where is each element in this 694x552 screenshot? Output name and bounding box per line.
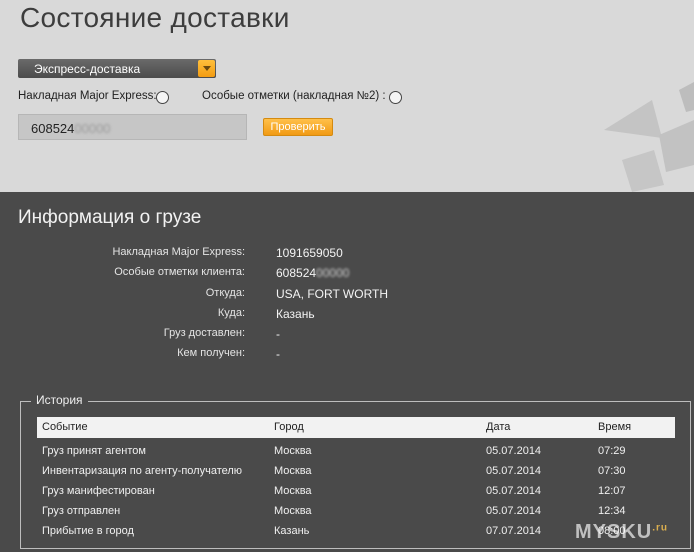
info-value: 60852400000 [276,266,349,280]
info-value: - [276,347,280,361]
chevron-down-icon[interactable] [198,60,215,77]
history-legend: История [31,393,88,407]
watermark-logo: MYSKU.ru [575,521,668,544]
cell-event: Инвентаризация по агенту-получателю [42,465,243,477]
cell-date: 05.07.2014 [486,485,542,497]
radio-special-notes[interactable] [389,91,402,104]
info-row-origin: Откуда: USA, FORT WORTH [0,287,694,307]
table-row: Груз принят агентом Москва 05.07.2014 07… [37,442,675,462]
cell-time: 12:34 [598,505,626,517]
tracking-number-value: 608524 [31,121,75,136]
info-label: Кем получен: [177,347,245,359]
cell-city: Москва [274,485,312,497]
cell-city: Казань [274,525,310,537]
info-row-client-notes: Особые отметки клиента: 60852400000 [0,266,694,286]
cell-time: 12:07 [598,485,626,497]
tracking-number-input[interactable]: 60852400000 [18,114,247,140]
radio-major-label: Накладная Major Express: [18,90,157,102]
info-row-destination: Куда: Казань [0,307,694,327]
cell-date: 07.07.2014 [486,525,542,537]
radio-notes-label: Особые отметки (накладная №2) : [202,90,386,102]
info-label: Куда: [217,307,245,319]
cell-city: Москва [274,465,312,477]
info-label: Накладная Major Express: [112,246,245,258]
info-label: Груз доставлен: [163,327,245,339]
table-row: Инвентаризация по агенту-получателю Моск… [37,462,675,482]
cell-event: Груз принят агентом [42,445,146,457]
cell-city: Москва [274,505,312,517]
history-table-header: Событие Город Дата Время [37,417,675,438]
info-row-received-by: Кем получен: - [0,347,694,367]
info-value: 1091659050 [276,246,343,260]
column-header-time: Время [598,421,632,433]
info-value: USA, FORT WORTH [276,287,389,301]
table-row: Груз отправлен Москва 05.07.2014 12:34 [37,502,675,522]
cell-time: 07:29 [598,445,626,457]
cell-time: 07:30 [598,465,626,477]
decorative-logo-shapes [604,82,694,192]
column-header-event: Событие [42,421,88,433]
cell-date: 05.07.2014 [486,445,542,457]
cell-event: Груз отправлен [42,505,121,517]
info-value-visible: 608524 [276,266,317,280]
radio-major-express[interactable] [156,91,169,104]
cell-city: Москва [274,445,312,457]
info-label: Особые отметки клиента: [114,266,245,278]
cell-event: Груз манифестирован [42,485,155,497]
info-row-delivered: Груз доставлен: - [0,327,694,347]
tracking-number-obscured: 00000 [74,121,111,136]
info-row-waybill: Накладная Major Express: 1091659050 [0,246,694,266]
info-value: Казань [276,307,315,321]
column-header-date: Дата [486,421,511,433]
info-label: Откуда: [205,287,245,299]
cargo-info-title: Информация о грузе [18,207,202,228]
cell-date: 05.07.2014 [486,505,542,517]
check-button[interactable]: Проверить [263,118,333,136]
watermark-suffix: .ru [652,522,669,534]
tracking-form-panel: Состояние доставки Экспресс-доставка Нак… [0,0,694,192]
service-select-value: Экспресс-доставка [34,62,141,76]
watermark-text: MYSKU [575,521,653,543]
cell-event: Прибытие в город [42,525,134,537]
cell-date: 05.07.2014 [486,465,542,477]
info-value-obscured: 00000 [316,266,350,280]
service-select[interactable]: Экспресс-доставка [18,59,216,78]
table-row: Груз манифестирован Москва 05.07.2014 12… [37,482,675,502]
info-value: - [276,327,280,341]
column-header-city: Город [274,421,304,433]
page-title: Состояние доставки [20,2,290,33]
